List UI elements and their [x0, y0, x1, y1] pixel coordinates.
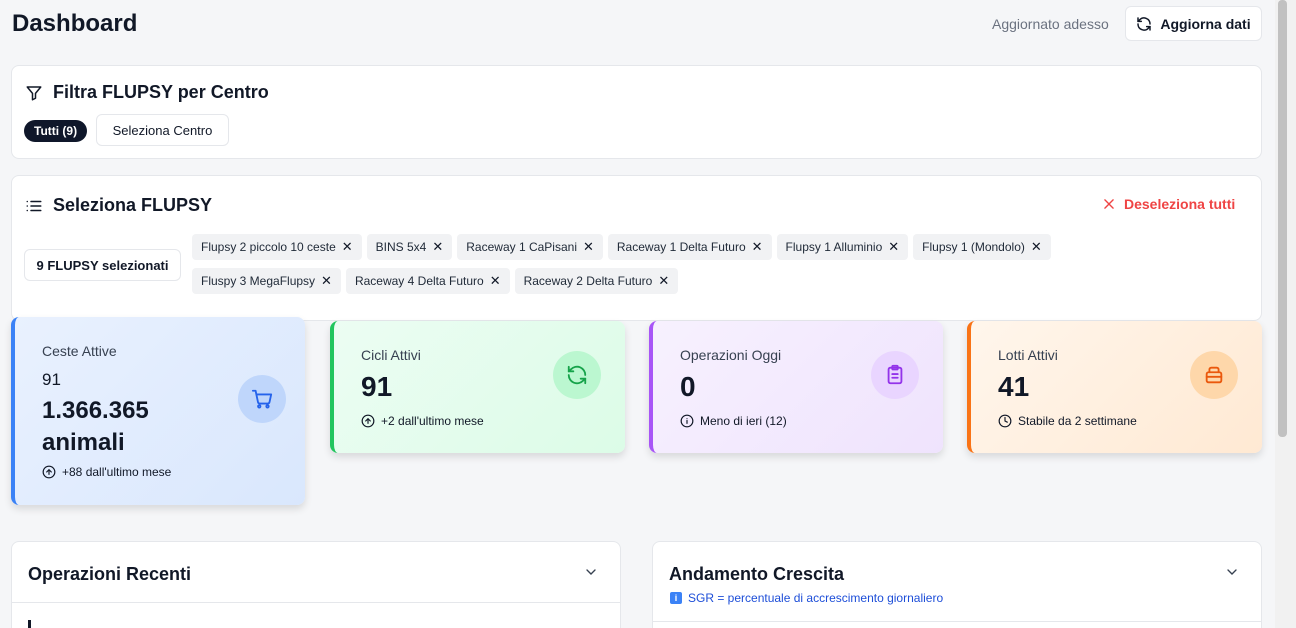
- flupsy-chip: Flupsy 1 (Mondolo) ✕: [913, 234, 1051, 260]
- active-cycles-label: Cicli Attivi: [361, 347, 421, 363]
- last-updated-text: Aggiornato adesso: [992, 16, 1109, 32]
- info-icon: i: [670, 592, 682, 604]
- flupsy-chip: Raceway 2 Delta Futuro ✕: [514, 268, 679, 294]
- active-lots-trend: Stabile da 2 settimane: [998, 414, 1137, 428]
- text-cursor: [28, 620, 31, 628]
- scrollbar-thumb[interactable]: [1278, 0, 1287, 437]
- deselect-all-button[interactable]: Deseleziona tutti: [1102, 196, 1235, 212]
- operations-today-trend: Meno di ieri (12): [680, 414, 787, 428]
- flupsy-chip: Fluspy 3 MegaFlupsy ✕: [192, 268, 341, 294]
- chip-remove-icon[interactable]: ✕: [342, 239, 353, 255]
- active-baskets-count: 91: [42, 370, 61, 389]
- flupsy-chip: Flupsy 1 Alluminio ✕: [776, 234, 909, 260]
- clock-icon: [998, 414, 1012, 428]
- flupsy-chip-label: Flupsy 1 (Mondolo): [922, 240, 1025, 254]
- panel-divider: [12, 602, 620, 603]
- center-filter-title: Filtra FLUPSY per Centro: [25, 82, 269, 103]
- active-lots-label: Lotti Attivi: [998, 347, 1058, 363]
- active-cycles-trend-text: +2 dall'ultimo mese: [381, 414, 484, 428]
- center-filter-title-text: Filtra FLUPSY per Centro: [53, 82, 269, 102]
- page-title: Dashboard: [12, 10, 138, 37]
- active-lots-card[interactable]: Lotti Attivi 41 Stabile da 2 settimane: [967, 321, 1262, 453]
- arrow-up-circle-icon: [361, 414, 375, 428]
- flupsy-select-card: Seleziona FLUPSY Deseleziona tutti 9 FLU…: [11, 175, 1262, 321]
- growth-trend-title: Andamento Crescita: [669, 564, 845, 584]
- chip-remove-icon[interactable]: ✕: [658, 273, 669, 289]
- selected-flupsy-chips: Flupsy 2 piccolo 10 ceste ✕ BINS 5x4 ✕ Rac…: [192, 234, 1192, 294]
- active-cycles-card[interactable]: Cicli Attivi 91 +2 dall'ultimo mese: [330, 321, 625, 453]
- active-lots-trend-text: Stabile da 2 settimane: [1018, 414, 1137, 428]
- chip-remove-icon[interactable]: ✕: [1031, 239, 1042, 255]
- chevron-down-icon[interactable]: [583, 564, 599, 580]
- list-icon: [26, 200, 42, 211]
- flupsy-chip-label: Flupsy 2 piccolo 10 ceste: [201, 240, 336, 254]
- close-icon: [1104, 199, 1114, 209]
- recent-operations-panel: Operazioni Recenti: [11, 541, 621, 628]
- refresh-data-button[interactable]: Aggiorna dati: [1125, 6, 1262, 41]
- active-cycles-value: 91: [361, 371, 393, 402]
- refresh-data-label: Aggiorna dati: [1160, 15, 1251, 32]
- operations-today-value: 0: [680, 371, 696, 402]
- chip-remove-icon[interactable]: ✕: [888, 239, 899, 255]
- cart-icon: [238, 375, 286, 423]
- chip-remove-icon[interactable]: ✕: [321, 273, 332, 289]
- active-lots-value: 41: [998, 371, 1030, 402]
- animals-count: 1.366.365: [42, 397, 149, 424]
- box-icon: [1190, 351, 1238, 399]
- flupsy-chip-label: Raceway 2 Delta Futuro: [523, 274, 653, 288]
- flupsy-chip-label: Flupsy 1 Alluminio: [785, 240, 883, 254]
- flupsy-select-title: Seleziona FLUPSY: [25, 195, 212, 216]
- active-cycles-trend: +2 dall'ultimo mese: [361, 414, 484, 428]
- flupsy-chip-label: Fluspy 3 MegaFlupsy: [201, 274, 316, 288]
- arrow-up-circle-icon: [42, 465, 56, 479]
- animals-unit: animali: [42, 429, 125, 456]
- clipboard-icon: [871, 351, 919, 399]
- flupsy-chip-label: BINS 5x4: [375, 240, 427, 254]
- chip-remove-icon[interactable]: ✕: [432, 239, 443, 255]
- active-baskets-trend: +88 dall'ultimo mese: [42, 465, 171, 479]
- chip-remove-icon[interactable]: ✕: [490, 273, 501, 289]
- select-center-button[interactable]: Seleziona Centro: [96, 114, 229, 146]
- flupsy-chip: Flupsy 2 piccolo 10 ceste ✕: [192, 234, 362, 260]
- page-header: Dashboard Aggiornato adesso Aggiorna dat…: [12, 0, 1262, 48]
- selected-count-button[interactable]: 9 FLUPSY selezionati: [24, 249, 181, 281]
- flupsy-select-title-text: Seleziona FLUPSY: [53, 195, 213, 215]
- active-baskets-trend-text: +88 dall'ultimo mese: [62, 465, 172, 479]
- chip-remove-icon[interactable]: ✕: [583, 239, 594, 255]
- operations-today-label: Operazioni Oggi: [680, 347, 782, 363]
- chevron-down-icon[interactable]: [1224, 564, 1240, 580]
- flupsy-chip-label: Raceway 1 CaPisani: [466, 240, 577, 254]
- active-baskets-card[interactable]: Ceste Attive 91 1.366.365 animali +88 da…: [11, 317, 305, 505]
- center-filter-card: Filtra FLUPSY per Centro Tutti (9) Selez…: [11, 65, 1262, 159]
- all-centers-pill[interactable]: Tutti (9): [24, 120, 88, 142]
- recent-operations-title: Operazioni Recenti: [28, 564, 192, 584]
- sgr-note: i SGR = percentuale di accrescimento gio…: [670, 591, 943, 605]
- flupsy-chip: Raceway 1 CaPisani ✕: [457, 234, 603, 260]
- chip-remove-icon[interactable]: ✕: [752, 239, 763, 255]
- flupsy-chip: Raceway 4 Delta Futuro ✕: [345, 268, 510, 294]
- flupsy-chip-label: Raceway 1 Delta Futuro: [616, 240, 746, 254]
- growth-trend-panel: Andamento Crescita i SGR = percentuale d…: [652, 541, 1262, 628]
- info-circle-icon: [680, 414, 694, 428]
- operations-today-trend-text: Meno di ieri (12): [700, 414, 787, 428]
- filter-icon: [26, 85, 42, 100]
- sgr-note-text: SGR = percentuale di accrescimento giorn…: [688, 591, 944, 605]
- flupsy-chip-label: Raceway 4 Delta Futuro: [354, 274, 484, 288]
- refresh-icon: [1137, 16, 1152, 31]
- panel-divider: [653, 621, 1261, 622]
- refresh-icon: [553, 351, 601, 399]
- active-baskets-label: Ceste Attive: [42, 343, 117, 359]
- flupsy-chip: BINS 5x4 ✕: [366, 234, 453, 260]
- page-scrollbar[interactable]: [1275, 0, 1296, 628]
- operations-today-card[interactable]: Operazioni Oggi 0 Meno di ieri (12): [649, 321, 943, 453]
- flupsy-chip: Raceway 1 Delta Futuro ✕: [607, 234, 772, 260]
- deselect-all-label: Deseleziona tutti: [1124, 196, 1236, 212]
